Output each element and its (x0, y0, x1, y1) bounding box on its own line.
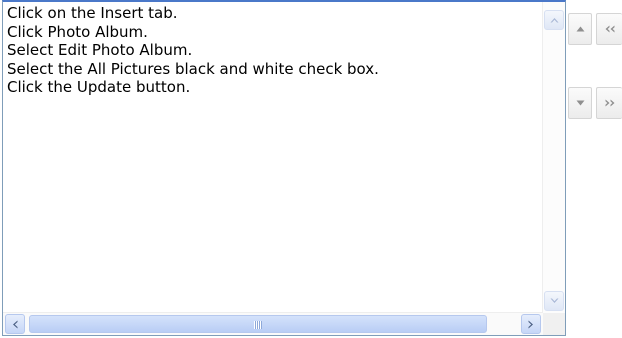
instruction-line: Click on the Insert tab. (7, 4, 178, 22)
thumb-grip-icon (254, 321, 262, 329)
vertical-scrollbar[interactable] (542, 2, 565, 313)
scroll-right-arrow-icon[interactable] (521, 314, 541, 334)
move-first-button[interactable] (596, 13, 622, 45)
move-up-button[interactable] (568, 13, 592, 45)
scroll-up-arrow-icon[interactable] (544, 10, 564, 30)
double-chevron-right-icon (605, 99, 614, 107)
horizontal-scroll-thumb[interactable] (29, 315, 487, 333)
horizontal-scrollbar[interactable] (3, 312, 543, 335)
scroll-left-arrow-icon[interactable] (5, 314, 25, 334)
scroll-down-arrow-icon[interactable] (544, 291, 564, 311)
instructions-textarea[interactable]: Click on the Insert tab. Click Photo Alb… (2, 0, 566, 336)
triangle-down-icon (576, 100, 584, 106)
instructions-panel: Click on the Insert tab. Click Photo Alb… (0, 0, 622, 338)
instruction-line: Click the Update button. (7, 78, 191, 96)
double-chevron-left-icon (605, 25, 614, 33)
instructions-text: Click on the Insert tab. Click Photo Alb… (7, 4, 535, 97)
triangle-up-icon (576, 26, 584, 32)
move-last-button[interactable] (596, 87, 622, 119)
instruction-line: Select the All Pictures black and white … (7, 59, 379, 78)
move-down-button[interactable] (568, 87, 592, 119)
instruction-line: Click Photo Album. (7, 22, 148, 41)
instruction-line: Select Edit Photo Album. (7, 41, 193, 59)
scrollbar-corner (543, 313, 565, 335)
